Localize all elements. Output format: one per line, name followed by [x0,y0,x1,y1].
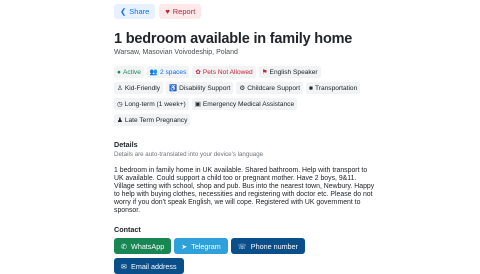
phone-label: Phone number [250,241,298,251]
medical-icon: ▣ [194,101,201,108]
tag-active: ● Active [114,66,144,78]
tag-label: 2 spaces [160,68,187,76]
envelope-icon: ✉ [121,261,128,271]
listing-title: 1 bedroom available in family home [114,31,353,47]
tag-label: Active [122,68,141,76]
heart-icon: ♥ [165,7,170,16]
telegram-icon: ➤ [181,241,188,251]
tag-disability: ♿ Disability Support [166,82,234,94]
flag-icon: ⚑ [261,69,268,76]
car-icon: ■ [309,84,313,92]
whatsapp-icon: ✆ [121,241,128,251]
phone-button[interactable]: ☏ Phone number [230,238,305,254]
tag-english: ⚑ English Speaker [258,66,321,78]
tag-list: ● Active 👥 2 spaces ✿ Pets Not Allowed ⚑… [114,66,364,126]
phone-icon: ☏ [237,241,247,251]
pregnancy-icon: ♟ [117,117,123,124]
report-button[interactable]: ♥ Report [159,4,202,19]
email-label: Email address [131,261,177,271]
listing-location: Warsaw, Masovian Voivodeship, Poland [114,49,238,56]
paw-icon: ✿ [195,69,201,76]
contact-buttons: ✆ WhatsApp ➤ Telegram ☏ Phone number ✉ E… [114,238,314,274]
people-icon: 👥 [149,69,158,76]
tag-label: Emergency Medical Assistance [202,100,295,108]
tag-kid-friendly: ♙ Kid-Friendly [114,82,164,94]
tag-emergency-medical: ▣ Emergency Medical Assistance [191,98,298,110]
tag-long-term: ◷ Long-term (1 week+) [114,98,189,110]
whatsapp-label: WhatsApp [131,241,165,251]
tag-label: Childcare Support [247,84,301,92]
share-label: Share [129,7,150,16]
tag-label: Kid-Friendly [124,84,161,92]
share-icon: ❮ [120,7,127,16]
listing-description: 1 bedroom in family home in UK available… [114,167,375,214]
tag-label: English Speaker [269,68,318,76]
tag-spaces: 👥 2 spaces [146,66,190,78]
details-heading: Details [114,140,138,149]
telegram-label: Telegram [191,241,221,251]
clock-icon: ◷ [117,101,123,108]
telegram-button[interactable]: ➤ Telegram [174,238,228,254]
report-label: Report [172,7,196,16]
action-row: ❮ Share ♥ Report [114,4,374,19]
translation-note: Details are auto-translated into your de… [114,151,264,158]
tag-label: Pets Not Allowed [202,68,253,76]
tag-label: Transportation [314,84,358,92]
tag-transportation: ■ Transportation [306,82,361,94]
tag-label: Disability Support [179,84,231,92]
tag-childcare: ⚙ Childcare Support [236,82,304,94]
dot-icon: ● [117,68,121,76]
tag-label: Late Term Pregnancy [124,116,188,124]
child-icon: ♙ [117,85,123,92]
whatsapp-button[interactable]: ✆ WhatsApp [114,238,172,254]
stroller-icon: ⚙ [239,85,246,92]
tag-pets: ✿ Pets Not Allowed [192,66,256,78]
listing-page: ❮ Share ♥ Report 1 bedroom available in … [114,4,374,274]
wheelchair-icon: ♿ [169,85,178,92]
tag-label: Long-term (1 week+) [124,100,186,108]
email-button[interactable]: ✉ Email address [114,258,184,274]
contact-heading: Contact [114,225,141,234]
share-button[interactable]: ❮ Share [114,4,156,19]
tag-pregnancy: ♟ Late Term Pregnancy [114,114,191,126]
